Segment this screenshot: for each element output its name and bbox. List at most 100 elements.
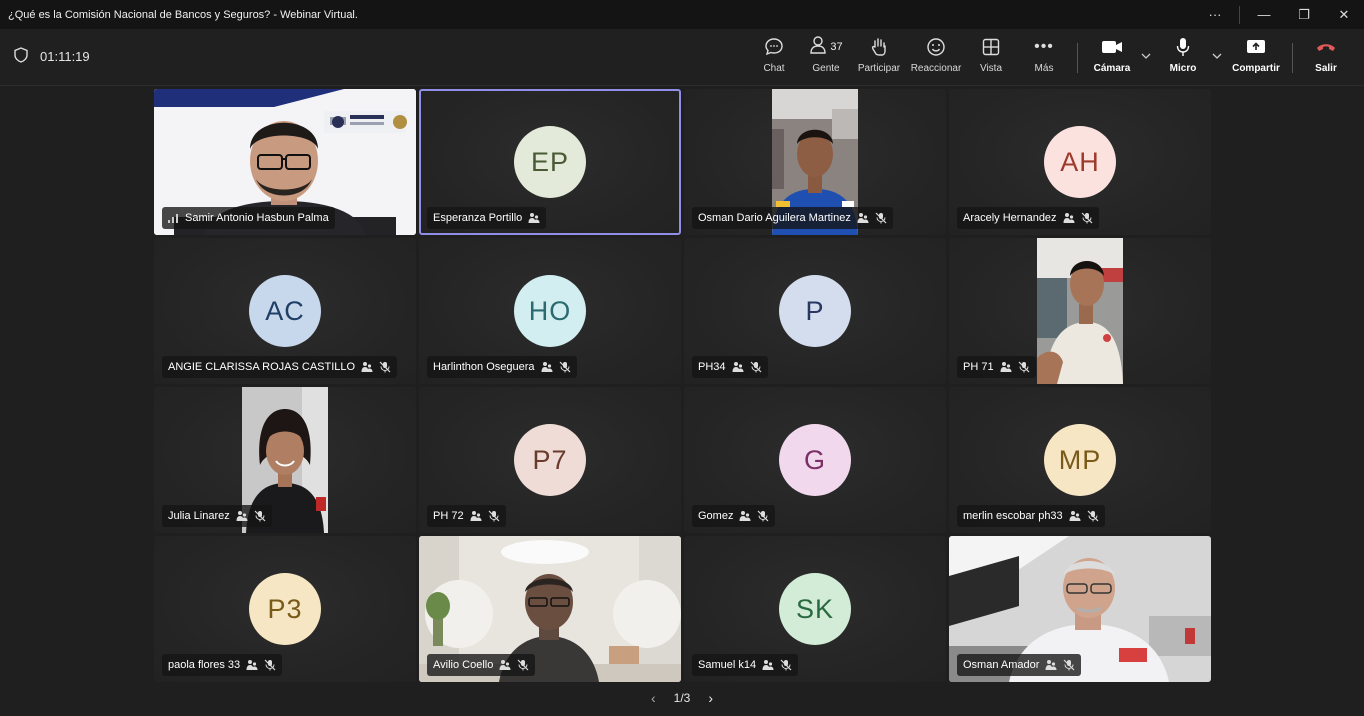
- more-options-icon[interactable]: ···: [1195, 0, 1235, 29]
- participant-tile[interactable]: AC ANGIE CLARISSA ROJAS CASTILLO: [154, 238, 416, 384]
- raised-hand-icon: [528, 212, 540, 224]
- raise-hand-button[interactable]: Participar: [857, 33, 901, 83]
- raised-hand-icon: [1063, 212, 1075, 224]
- people-button[interactable]: 37 Gente: [806, 33, 846, 83]
- participant-name: Samuel k14: [698, 659, 757, 671]
- avatar: HO: [514, 275, 586, 347]
- toolbar-divider-2: [1292, 43, 1293, 73]
- name-tag: Osman Dario Aguilera Martinez: [692, 207, 893, 229]
- mic-off-icon: [875, 212, 887, 224]
- name-tag: PH34: [692, 356, 768, 378]
- raised-hand-icon: [499, 659, 511, 671]
- name-tag: Avilio Coello: [427, 654, 536, 676]
- participant-tile[interactable]: AH Aracely Hernandez: [949, 89, 1211, 235]
- close-button[interactable]: ✕: [1324, 0, 1364, 29]
- chat-button[interactable]: Chat: [759, 33, 789, 83]
- mic-off-icon: [517, 659, 529, 671]
- share-screen-icon: [1246, 33, 1266, 61]
- name-tag: Esperanza Portillo: [427, 207, 547, 229]
- participant-name: Harlinthon Oseguera: [433, 361, 535, 373]
- mic-button[interactable]: Micro: [1166, 33, 1200, 83]
- avatar: SK: [779, 573, 851, 645]
- name-tag: Harlinthon Oseguera: [427, 356, 577, 378]
- participant-tile[interactable]: PH 71: [949, 238, 1211, 384]
- timer-text: 01:11:19: [40, 49, 90, 64]
- window-title: ¿Qué es la Comisión Nacional de Bancos y…: [8, 8, 358, 21]
- name-tag: Samuel k14: [692, 654, 799, 676]
- share-button[interactable]: Compartir: [1232, 33, 1280, 83]
- name-tag: merlin escobar ph33: [957, 505, 1105, 527]
- participant-name: Julia Linarez: [168, 510, 230, 522]
- leave-button[interactable]: Salir: [1312, 33, 1340, 83]
- avatar: P7: [514, 424, 586, 496]
- restore-button[interactable]: ❐: [1284, 0, 1324, 29]
- raised-hand-icon: [857, 212, 869, 224]
- participant-tile[interactable]: HO Harlinthon Oseguera: [419, 238, 681, 384]
- participant-name: Samir Antonio Hasbun Palma: [185, 212, 329, 224]
- mic-off-icon: [254, 510, 266, 522]
- participant-name: Gomez: [698, 510, 734, 522]
- participant-name: PH34: [698, 361, 726, 373]
- avatar: P3: [249, 573, 321, 645]
- mic-off-icon: [750, 361, 762, 373]
- raised-hand-icon: [739, 510, 751, 522]
- participant-video: [1037, 238, 1123, 384]
- mic-off-icon: [1081, 212, 1093, 224]
- raised-hand-icon: [1045, 659, 1057, 671]
- name-tag: Gomez: [692, 505, 776, 527]
- raise-hand-icon: [870, 33, 888, 61]
- participant-tile[interactable]: Samir Antonio Hasbun Palma: [154, 89, 416, 235]
- chat-label: Chat: [763, 63, 785, 74]
- camera-button[interactable]: Cámara: [1092, 33, 1132, 83]
- camera-options-chevron-icon[interactable]: [1141, 52, 1151, 63]
- name-tag: PH 71: [957, 356, 1036, 378]
- participant-name: Aracely Hernandez: [963, 212, 1057, 224]
- people-icon-group: 37: [809, 33, 843, 61]
- raised-hand-icon: [246, 659, 258, 671]
- participant-name: merlin escobar ph33: [963, 510, 1063, 522]
- camera-icon: [1101, 33, 1123, 61]
- participant-tile[interactable]: SK Samuel k14: [684, 536, 946, 682]
- avatar: MP: [1044, 424, 1116, 496]
- participant-tile[interactable]: P PH34: [684, 238, 946, 384]
- name-tag: ANGIE CLARISSA ROJAS CASTILLO: [162, 356, 398, 378]
- participant-tile[interactable]: Osman Amador: [949, 536, 1211, 682]
- more-button[interactable]: ••• Más: [1030, 33, 1058, 83]
- raised-hand-icon: [541, 361, 553, 373]
- avatar: G: [779, 424, 851, 496]
- raised-hand-icon: [1069, 510, 1081, 522]
- toolbar-divider: [1077, 43, 1078, 73]
- titlebar-divider: [1239, 5, 1240, 24]
- chevron-left-icon[interactable]: ‹: [651, 690, 656, 706]
- participant-tile[interactable]: G Gomez: [684, 387, 946, 533]
- mic-options-chevron-icon[interactable]: [1212, 52, 1222, 63]
- grid-pager: ‹ 1/3 ›: [0, 690, 1364, 706]
- participant-tile[interactable]: Osman Dario Aguilera Martinez: [684, 89, 946, 235]
- window-titlebar: ¿Qué es la Comisión Nacional de Bancos y…: [0, 0, 1364, 29]
- name-tag: Julia Linarez: [162, 505, 272, 527]
- raised-hand-icon: [361, 361, 373, 373]
- minimize-button[interactable]: —: [1244, 0, 1284, 29]
- mic-off-icon: [757, 510, 769, 522]
- participant-name: PH 72: [433, 510, 464, 522]
- participant-tile[interactable]: Avilio Coello: [419, 536, 681, 682]
- avatar: AC: [249, 275, 321, 347]
- raised-hand-icon: [470, 510, 482, 522]
- chevron-right-icon[interactable]: ›: [708, 690, 713, 706]
- camera-label: Cámara: [1093, 63, 1131, 74]
- participant-tile[interactable]: MP merlin escobar ph33: [949, 387, 1211, 533]
- view-label: Vista: [979, 63, 1003, 74]
- meeting-toolbar: 01:11:19 Chat 37 Gente Participar Reacci…: [0, 29, 1364, 86]
- shield-icon: [14, 47, 28, 66]
- participant-tile[interactable]: Julia Linarez: [154, 387, 416, 533]
- share-label: Compartir: [1232, 63, 1280, 74]
- more-label: Más: [1034, 63, 1054, 74]
- ellipsis-icon: •••: [1034, 38, 1054, 55]
- name-tag: PH 72: [427, 505, 506, 527]
- mic-off-icon: [488, 510, 500, 522]
- participant-tile-active-speaker[interactable]: EP Esperanza Portillo: [419, 89, 681, 235]
- participant-tile[interactable]: P3 paola flores 33: [154, 536, 416, 682]
- react-button[interactable]: Reaccionar: [910, 33, 962, 83]
- view-button[interactable]: Vista: [976, 33, 1006, 83]
- participant-tile[interactable]: P7 PH 72: [419, 387, 681, 533]
